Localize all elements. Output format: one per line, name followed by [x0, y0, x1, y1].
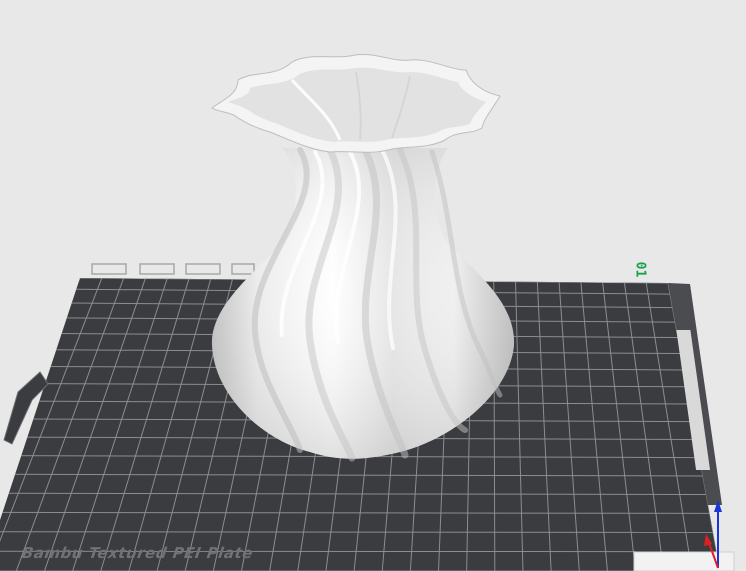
plate-name-label: Bambu Textured PEI Plate [20, 544, 255, 562]
3d-viewport[interactable] [0, 0, 746, 571]
vase-model[interactable] [211, 53, 515, 462]
grid-line-h [0, 531, 714, 533]
plate-edge-icons [91, 263, 255, 275]
plate-number-label: 01 [632, 261, 648, 278]
